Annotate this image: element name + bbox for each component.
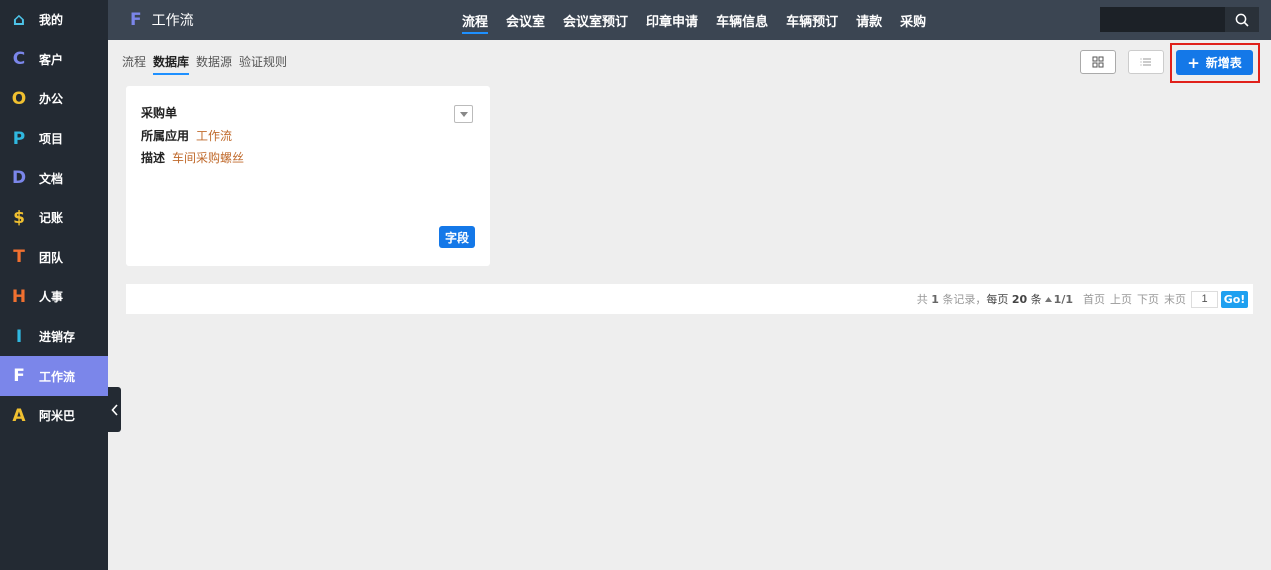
chevron-left-icon	[110, 403, 118, 416]
sidebar-item-9[interactable]: F 工作流	[0, 356, 108, 396]
app-title: F 工作流	[130, 0, 194, 40]
sidebar-item-8[interactable]: I 进销存	[0, 317, 108, 357]
sidebar-list: ⌂ 我的 C 客户 O 办公 P 项目 D 文档 $ 记账 T 团队 H 人事 I 进销存 F 工作流 A 阿米巴	[0, 0, 108, 436]
total-count: 1	[931, 292, 939, 306]
go-button[interactable]: Go!	[1221, 290, 1248, 308]
list-view-button[interactable]	[1128, 50, 1164, 74]
sidebar-item-label: 人事	[39, 290, 64, 305]
per-page-prefix: 每页	[986, 293, 1009, 306]
letter-d-icon: D	[11, 168, 27, 189]
top-nav-item-5[interactable]: 车辆预订	[786, 0, 838, 40]
card-desc-value: 车间采购螺丝	[172, 151, 245, 165]
sidebar-item-label: 办公	[39, 92, 64, 107]
total-prefix: 共	[916, 293, 928, 306]
app-logo-icon: F	[130, 10, 142, 30]
grid-view-button[interactable]	[1080, 50, 1116, 74]
fields-button[interactable]: 字段	[439, 226, 475, 248]
card-desc-row: 描述 车间采购螺丝	[141, 149, 244, 166]
caret-up-icon[interactable]	[1044, 296, 1052, 302]
table-card[interactable]: 采购单 所属应用 工作流 描述 车间采购螺丝 字段	[126, 86, 490, 266]
sub-tab-0[interactable]: 流程	[122, 53, 146, 75]
sidebar-item-label: 文档	[39, 171, 64, 186]
page-indicator: 1/1	[1053, 292, 1073, 306]
next-page-link[interactable]: 下页	[1137, 291, 1159, 307]
dollar-icon: $	[13, 207, 25, 228]
sidebar-item-2[interactable]: O 办公	[0, 79, 108, 119]
sidebar-item-label: 项目	[39, 132, 64, 147]
top-nav: 流程 会议室 会议室预订 印章申请 车辆信息 车辆预订 请款 采购	[462, 0, 944, 40]
top-nav-item-7[interactable]: 采购	[900, 0, 926, 40]
letter-c-icon: C	[12, 49, 26, 70]
app-title-text: 工作流	[151, 13, 194, 29]
card-app-label: 所属应用	[141, 129, 190, 143]
new-table-button[interactable]: + 新增表	[1176, 50, 1253, 75]
top-nav-item-4[interactable]: 车辆信息	[716, 0, 768, 40]
grid-icon	[1092, 56, 1104, 68]
top-nav-item-6[interactable]: 请款	[856, 0, 882, 40]
sub-tab-3[interactable]: 验证规则	[239, 53, 287, 75]
card-dropdown-button[interactable]	[454, 105, 473, 123]
new-table-label: 新增表	[1205, 56, 1242, 70]
sidebar-item-1[interactable]: C 客户	[0, 40, 108, 80]
letter-o-icon: O	[11, 88, 27, 109]
sidebar-item-label: 团队	[39, 250, 64, 265]
first-page-link[interactable]: 首页	[1083, 291, 1105, 307]
card-app-value: 工作流	[196, 129, 233, 143]
sidebar-item-3[interactable]: P 项目	[0, 119, 108, 159]
card-title: 采购单	[141, 106, 178, 120]
sidebar: ⌂ 我的 C 客户 O 办公 P 项目 D 文档 $ 记账 T 团队 H 人事 I 进销存 F 工作流 A 阿米巴	[0, 0, 108, 570]
search-icon	[1235, 13, 1249, 27]
card-app-row: 所属应用 工作流	[141, 127, 232, 144]
sidebar-item-label: 工作流	[39, 369, 76, 384]
search-button[interactable]	[1225, 7, 1259, 32]
plus-icon: +	[1187, 53, 1200, 72]
per-page-suffix: 条	[1030, 293, 1042, 306]
prev-page-link[interactable]: 上页	[1110, 291, 1132, 307]
total-suffix: 条记录，	[942, 293, 987, 306]
sidebar-item-0[interactable]: ⌂ 我的	[0, 0, 108, 40]
sidebar-item-label: 客户	[39, 52, 64, 67]
sidebar-item-label: 阿米巴	[39, 409, 76, 424]
list-icon	[1140, 58, 1151, 66]
letter-f-icon: F	[13, 366, 25, 387]
letter-t-icon: T	[13, 247, 25, 268]
sidebar-item-5[interactable]: $ 记账	[0, 198, 108, 238]
caret-down-icon	[459, 111, 468, 117]
sidebar-item-6[interactable]: T 团队	[0, 238, 108, 278]
sub-tabs: 流程 数据库 数据源 验证规则	[122, 53, 294, 75]
top-nav-item-1[interactable]: 会议室	[506, 0, 545, 40]
pagination: 共 1 条记录， 每页 20 条 1/1 首页 上页 下页 末页 Go!	[917, 284, 1248, 314]
sidebar-item-label: 我的	[39, 13, 64, 28]
sidebar-item-4[interactable]: D 文档	[0, 158, 108, 198]
top-bar: F 工作流 流程 会议室 会议室预订 印章申请 车辆信息 车辆预订 请款 采购	[108, 0, 1271, 40]
search-input[interactable]	[1100, 7, 1225, 32]
sidebar-item-7[interactable]: H 人事	[0, 277, 108, 317]
sub-tab-1[interactable]: 数据库	[153, 53, 190, 75]
last-page-link[interactable]: 末页	[1164, 291, 1186, 307]
top-nav-item-0[interactable]: 流程	[462, 0, 489, 40]
letter-i-icon: I	[15, 326, 23, 347]
letter-h-icon: H	[11, 286, 27, 307]
card-desc-label: 描述	[141, 151, 166, 165]
sidebar-item-label: 进销存	[39, 330, 76, 345]
letter-a-icon: A	[12, 405, 26, 426]
sidebar-collapse-button[interactable]	[108, 387, 121, 432]
per-page-count[interactable]: 20	[1012, 293, 1027, 306]
pagination-bar: 共 1 条记录， 每页 20 条 1/1 首页 上页 下页 末页 Go!	[126, 284, 1253, 314]
sidebar-item-10[interactable]: A 阿米巴	[0, 396, 108, 436]
top-nav-item-3[interactable]: 印章申请	[646, 0, 698, 40]
letter-p-icon: P	[12, 128, 26, 149]
sub-tab-2[interactable]: 数据源	[196, 53, 232, 75]
page-number-input[interactable]	[1191, 290, 1218, 308]
home-icon: ⌂	[12, 9, 26, 30]
top-nav-item-2[interactable]: 会议室预订	[563, 0, 628, 40]
sidebar-item-label: 记账	[39, 211, 64, 226]
